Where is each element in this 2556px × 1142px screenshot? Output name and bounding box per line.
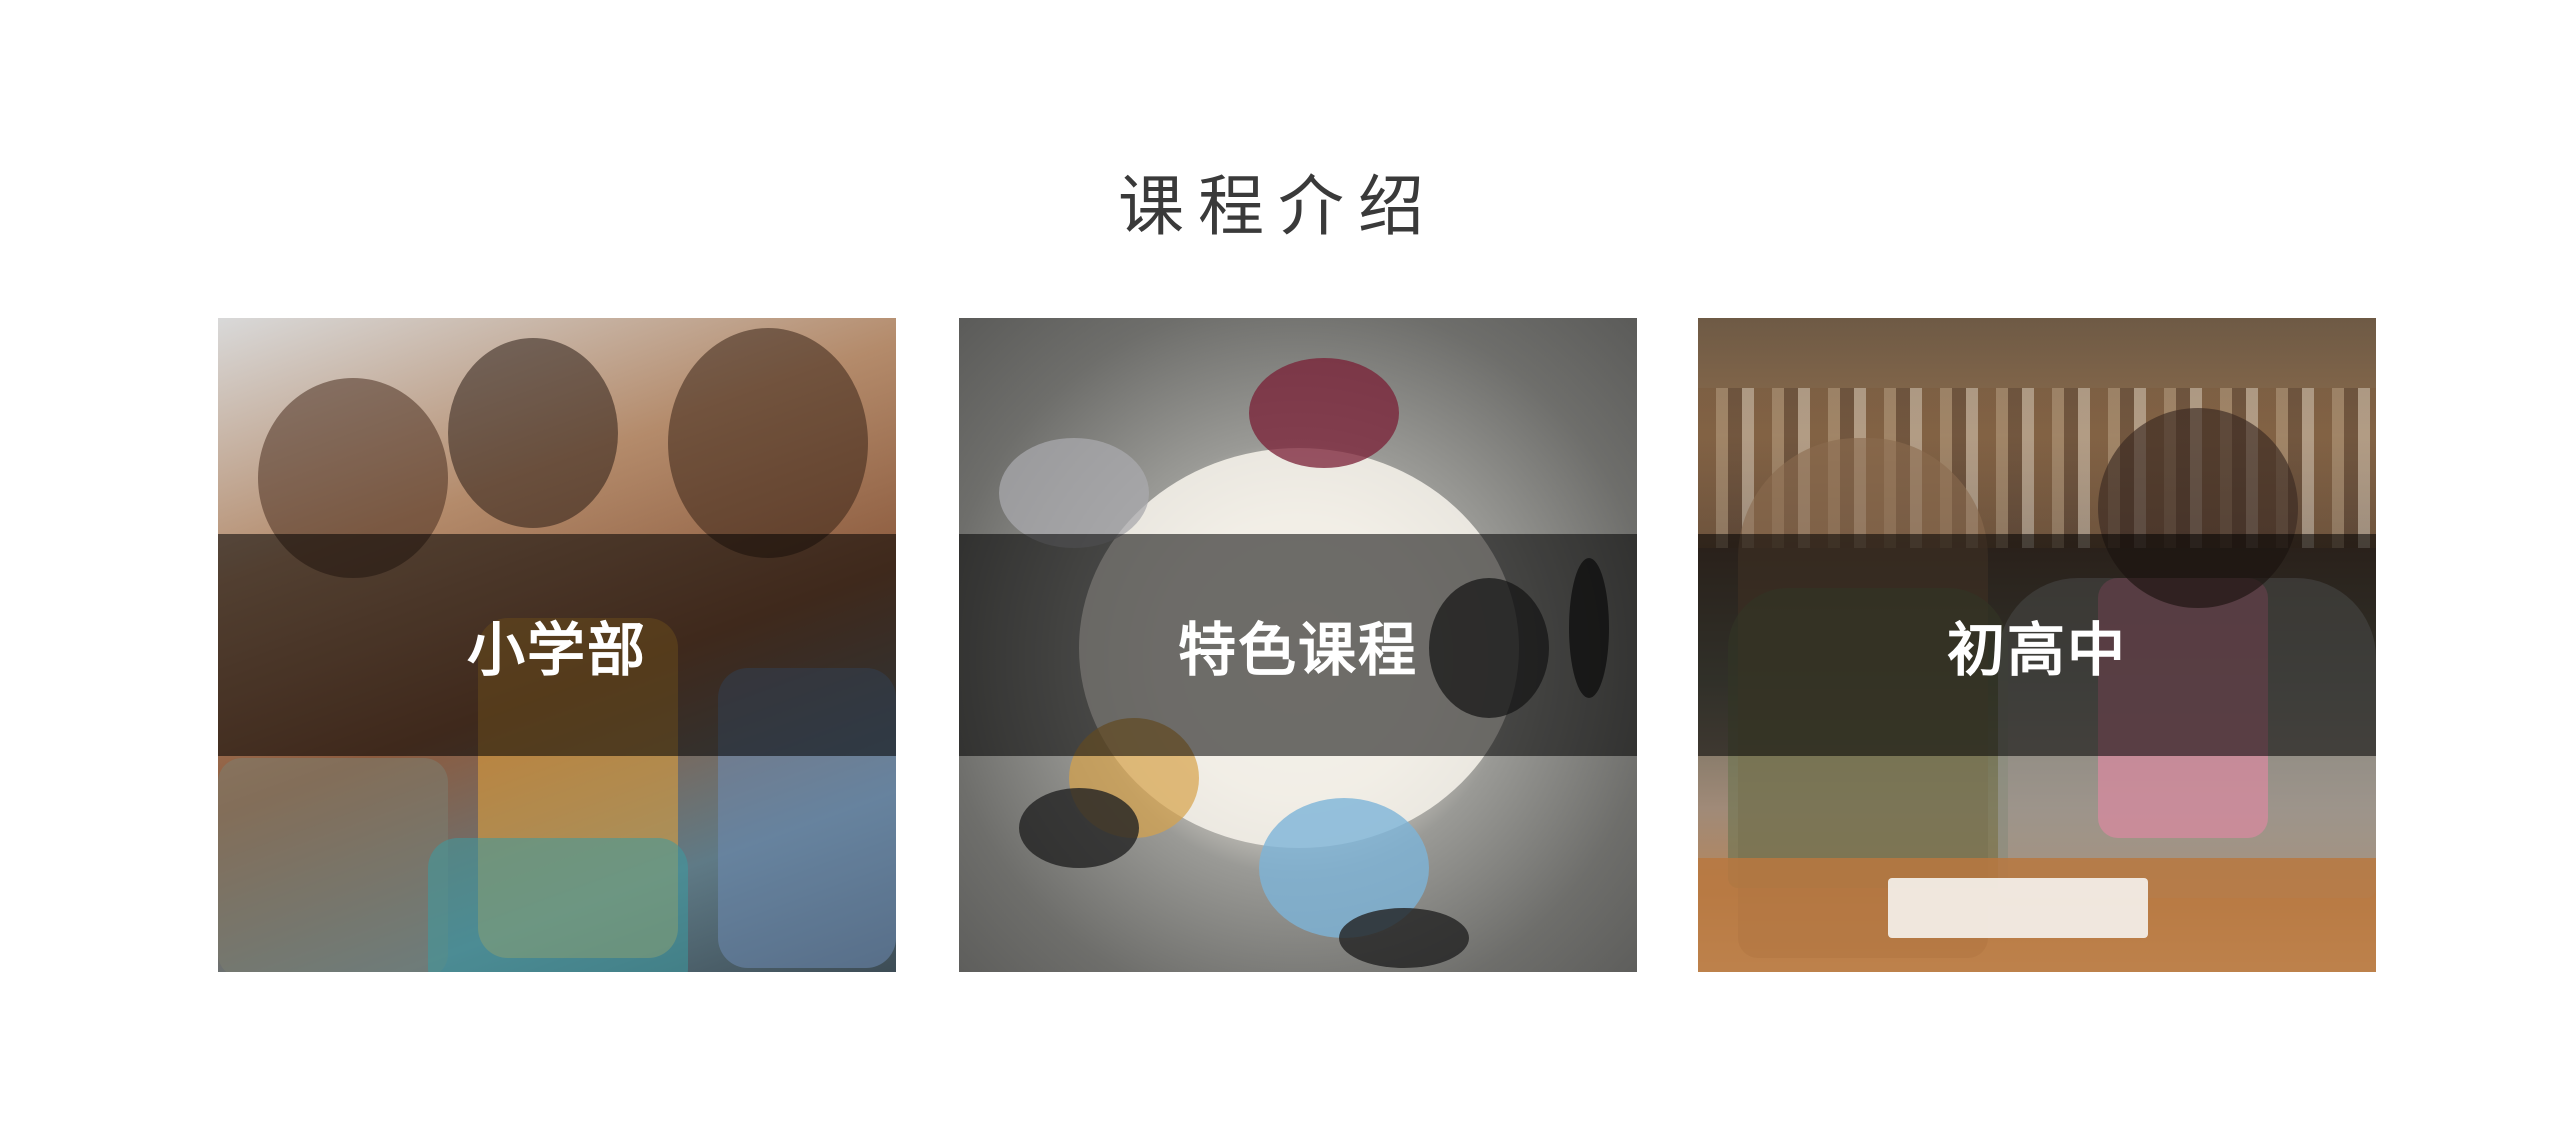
course-label-secondary[interactable]: 初高中	[1698, 534, 2376, 756]
course-label-featured[interactable]: 特色课程	[959, 534, 1637, 756]
course-card-primary[interactable]: 小学部	[218, 318, 896, 972]
course-label-primary[interactable]: 小学部	[218, 534, 896, 756]
course-card-featured[interactable]: 特色课程	[959, 318, 1637, 972]
section-title: 课程介绍	[1118, 168, 1438, 246]
course-cards: 小学部 特色课程 初高中	[218, 318, 2376, 972]
course-card-secondary[interactable]: 初高中	[1698, 318, 2376, 972]
